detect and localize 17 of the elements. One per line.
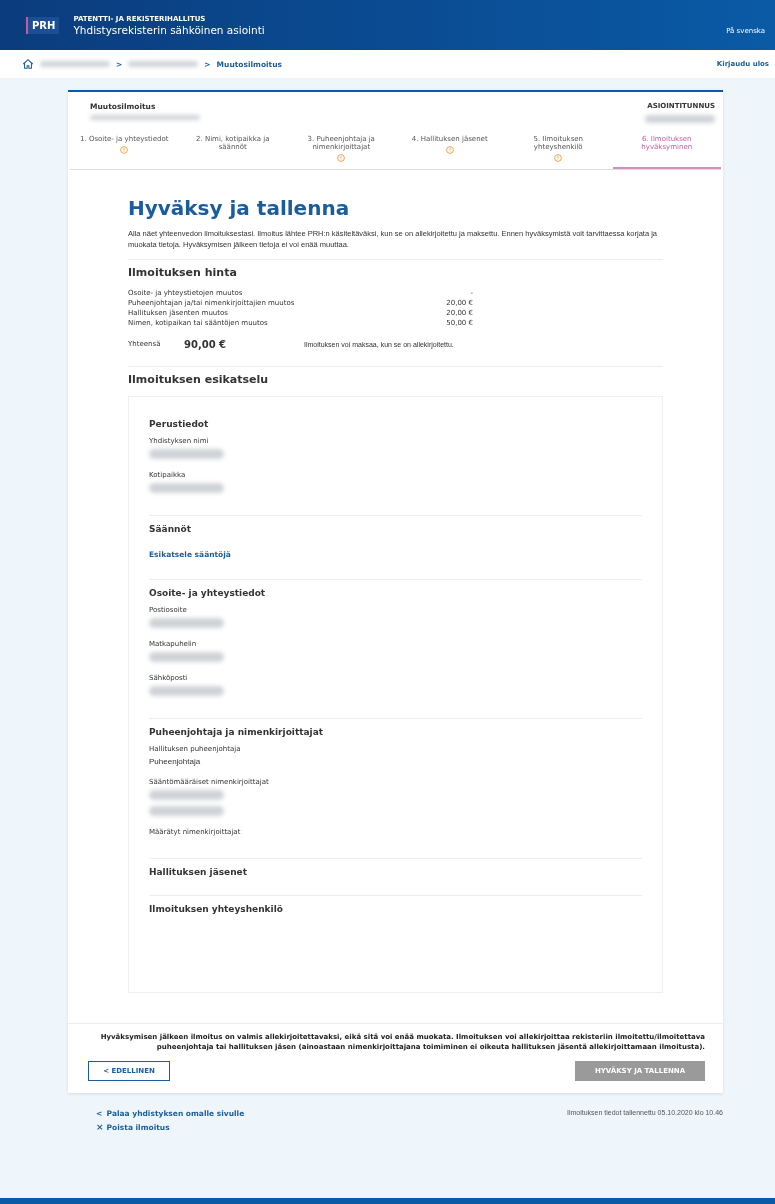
preview-section-heading: Puheenjohtaja ja nimenkirjoittajat (149, 726, 325, 737)
preview-section-heading: Perustiedot (149, 418, 210, 429)
blurred-breadcrumb[interactable] (128, 61, 199, 67)
preview-section-heading: Hallituksen jäsenet (149, 866, 248, 877)
preview-section-heading: Säännöt (149, 523, 192, 534)
section-heading: Ilmoituksen hinta (128, 265, 238, 279)
preview-section-heading: Osoite- ja yhteystiedot (149, 587, 267, 598)
total-amount: 90,00 € (184, 338, 228, 350)
app-title: Yhdistysrekisterin sähköinen asiointi (73, 23, 265, 36)
field-value: Puheenjohtaja (149, 756, 202, 766)
page-title: Hyväksy ja tallenna (128, 196, 351, 220)
section-heading: Ilmoituksen esikatselu (128, 372, 270, 386)
logo[interactable]: PRH (26, 16, 60, 34)
blurred-text (645, 115, 715, 123)
preview-section-heading: Ilmoituksen yhteyshenkilö (149, 903, 284, 914)
blurred-breadcrumb[interactable] (40, 61, 110, 67)
home-icon[interactable] (22, 58, 34, 70)
